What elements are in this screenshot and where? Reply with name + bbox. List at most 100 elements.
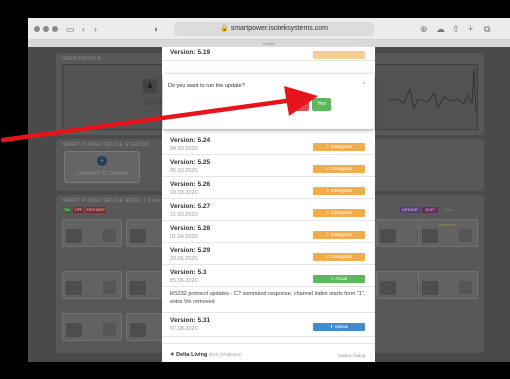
outlet-toggle[interactable]	[130, 323, 146, 337]
browser-toolbar: ▭ ‹ › ◐ 🔒 smartpower.isoteksystems.com ⊕…	[28, 18, 510, 40]
outlet-card-label: Subwoofer	[437, 222, 457, 227]
tab-title: IsoTek	[263, 41, 275, 46]
page-content: USER PROFILE ♟ Stead SMART POWER DEVICE …	[28, 47, 510, 362]
version-name: Version: 5.24	[170, 137, 211, 144]
outlet-gear-icon[interactable]	[103, 323, 116, 336]
version-name: Version: 5.31	[170, 317, 211, 324]
outlet-toggle[interactable]	[380, 229, 396, 243]
update-button-bg[interactable]: UPDATE	[400, 207, 420, 213]
downgrade-button[interactable]: ⚠ Downgrade	[313, 253, 365, 261]
connect-device-button[interactable]: + Connect to Device	[64, 151, 140, 183]
confirm-no-button[interactable]: No	[292, 98, 309, 111]
downgrade-button[interactable]: ⚠ Downgrade	[313, 231, 365, 239]
user-avatar-icon: ♟	[143, 79, 157, 93]
smart-power-title: SMART POWER DEVICE & GROUP	[62, 142, 150, 148]
outlet-card-subwoofer[interactable]: Subwoofer	[418, 219, 478, 247]
outlet-card[interactable]	[62, 313, 122, 341]
outlet-gear-icon[interactable]	[103, 229, 116, 242]
version-row: Version: 5.26 18.03.2020 ⚠ Downgrade	[162, 177, 375, 199]
outlets-title: SMART POWER DEVICE NODE: 1 Devic	[62, 198, 162, 204]
close-window-icon[interactable]	[34, 26, 40, 32]
version-action-button[interactable]	[313, 51, 365, 59]
version-date: 18.03.2020	[170, 190, 198, 196]
version-date: 01.04.2020	[170, 234, 198, 240]
actual-version-badge: ✔ Actual	[313, 275, 365, 283]
confirm-question: Do you want to run the update?	[168, 83, 245, 89]
outlet-toggle[interactable]	[66, 229, 82, 243]
address-bar[interactable]: 🔒 smartpower.isoteksystems.com	[174, 22, 374, 36]
version-date: 29.05.2020	[170, 256, 198, 262]
modal-footer: ✦ Delta Living 3020 (3738AB01) Modes: Di…	[162, 343, 375, 362]
version-name: Version: 5.29	[170, 247, 211, 254]
downgrade-button[interactable]: ⚠ Downgrade	[313, 187, 365, 195]
share-icon[interactable]: ⇧	[452, 23, 460, 35]
outlet-gear-icon[interactable]	[459, 229, 472, 242]
outlet-card[interactable]	[62, 219, 122, 247]
release-note-row: RS232 protocol updates - C? command resp…	[162, 287, 375, 313]
plus-icon: +	[97, 156, 107, 166]
version-name: Version: 5.26	[170, 181, 211, 188]
downgrade-button[interactable]: ⚠ Downgrade	[313, 165, 365, 173]
new-tab-icon[interactable]: +	[468, 23, 473, 35]
version-row: Version: 5.29 29.05.2020 ⚠ Downgrade	[162, 243, 375, 265]
outlet-toggle[interactable]	[422, 229, 438, 243]
forward-icon[interactable]: ›	[94, 23, 97, 35]
version-date: 04.03.2020	[170, 146, 198, 152]
minimize-window-icon[interactable]	[43, 26, 49, 32]
version-row: Version: 5.25 05.03.2020 ⚠ Downgrade	[162, 155, 375, 177]
user-profile-title: USER PROFILE	[62, 56, 102, 62]
update-confirm-dialog: Do you want to run the update? ×	[163, 74, 374, 129]
back-icon[interactable]: ‹	[82, 23, 85, 35]
close-icon[interactable]: ×	[362, 81, 366, 87]
footer-brand-id: 3020 (3738AB01)	[208, 352, 242, 357]
outlet-toggle[interactable]	[422, 281, 438, 295]
footer-brand-name: ✦ Delta Living	[170, 352, 208, 358]
all-on-button[interactable]: ON	[62, 207, 71, 213]
version-row: Version: 5.27 21.03.2020 ⚠ Downgrade	[162, 199, 375, 221]
confirm-yes-button[interactable]: Yes	[312, 98, 331, 111]
outlet-card[interactable]	[418, 271, 478, 299]
zoom-window-icon[interactable]	[52, 26, 58, 32]
shield-icon[interactable]: ◐	[154, 23, 159, 35]
tab-strip[interactable]: IsoTek	[28, 40, 510, 47]
all-off-button[interactable]: OFF	[73, 207, 84, 213]
footer-brand: ✦ Delta Living 3020 (3738AB01)	[170, 352, 242, 358]
footer-mode: Modes: Dialog	[338, 353, 365, 358]
outlet-card[interactable]	[62, 271, 122, 299]
sidebar-icon[interactable]: ▭	[66, 23, 75, 35]
outlet-toggle[interactable]	[66, 323, 82, 337]
outlet-gear-icon[interactable]	[103, 281, 116, 294]
version-row: Version: 5.24 04.03.2020 ⚠ Downgrade	[162, 133, 375, 155]
version-date: 05.06.2020	[170, 278, 198, 284]
version-name: Version: 5.3	[170, 269, 207, 276]
version-date: 21.03.2020	[170, 212, 198, 218]
address-bar-url: smartpower.isoteksystems.com	[230, 25, 328, 32]
version-row-current: Version: 5.3 05.06.2020 ✔ Actual	[162, 265, 375, 287]
outlet-toggle[interactable]	[66, 281, 82, 295]
outlet-toggle[interactable]	[130, 281, 146, 295]
outlet-toggle[interactable]	[380, 281, 396, 295]
all-restart-button[interactable]: RESTART	[86, 207, 106, 213]
release-note: RS232 protocol updates - C? command resp…	[170, 291, 366, 305]
tabs-overview-icon[interactable]: ⧉	[484, 23, 490, 35]
exit-button-bg[interactable]: EXIT	[422, 207, 438, 213]
version-row: Version: 5.28 01.04.2020 ⚠ Downgrade	[162, 221, 375, 243]
version-row-latest: Version: 5.31 07.08.2020 ⬆ Update	[162, 313, 375, 337]
cloud-icon[interactable]: ☁	[436, 23, 445, 35]
outlet-toggle[interactable]	[130, 229, 146, 243]
version-date: 07.08.2020	[170, 326, 198, 332]
version-name: Version: 5.25	[170, 159, 211, 166]
version-date: 05.03.2020	[170, 168, 198, 174]
downgrade-button[interactable]: ⚠ Downgrade	[313, 209, 365, 217]
downgrade-button[interactable]: ⚠ Downgrade	[313, 143, 365, 151]
connect-device-label: Connect to Device	[75, 170, 129, 177]
download-icon[interactable]: ⊕	[420, 23, 428, 35]
browser-window: ▭ ‹ › ◐ 🔒 smartpower.isoteksystems.com ⊕…	[28, 18, 510, 362]
lock-icon: 🔒	[220, 25, 229, 32]
lock-hint: Lock	[444, 207, 453, 212]
outlet-gear-icon[interactable]	[459, 281, 472, 294]
version-row: Version: 5.19	[162, 47, 375, 61]
version-name: Version: 5.28	[170, 225, 211, 232]
update-button[interactable]: ⬆ Update	[313, 323, 365, 331]
activity-sparkline	[388, 69, 477, 114]
